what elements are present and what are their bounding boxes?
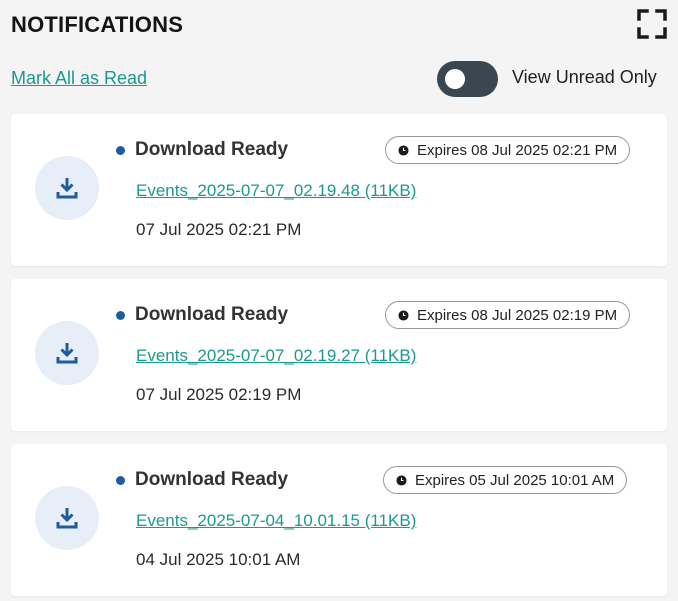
notification-title: Download Ready — [135, 139, 289, 160]
file-download-link[interactable]: Events_2025-07-07_02.19.27 (11KB) — [136, 346, 416, 366]
expiry-text: Expires 08 Jul 2025 02:21 PM — [417, 141, 618, 159]
notification-timestamp: 04 Jul 2025 10:01 AM — [136, 550, 301, 569]
clock-icon — [396, 474, 407, 486]
expand-button[interactable] — [636, 8, 668, 40]
panel-title: NOTIFICATIONS — [11, 12, 184, 37]
expiry-badge: Expires 08 Jul 2025 02:19 PM — [385, 301, 631, 329]
notification-title: Download Ready — [135, 469, 289, 490]
unread-dot — [116, 311, 125, 320]
file-download-link[interactable]: Events_2025-07-04_10.01.15 (11KB) — [136, 511, 416, 531]
notification-timestamp: 07 Jul 2025 02:19 PM — [136, 385, 302, 404]
notification-card: Download Ready Expires 08 Jul 2025 02:21… — [11, 114, 667, 266]
download-icon — [56, 343, 78, 364]
toggle-knob — [445, 69, 465, 89]
expiry-badge: Expires 05 Jul 2025 10:01 AM — [383, 466, 628, 494]
unread-dot — [116, 146, 125, 155]
clock-icon — [398, 144, 409, 156]
expiry-text: Expires 08 Jul 2025 02:19 PM — [417, 306, 618, 324]
file-download-link[interactable]: Events_2025-07-07_02.19.48 (11KB) — [136, 181, 416, 201]
expiry-text: Expires 05 Jul 2025 10:01 AM — [415, 471, 615, 489]
download-icon — [56, 178, 78, 199]
mark-all-read-link[interactable]: Mark All as Read — [11, 68, 147, 89]
notifications-panel: NOTIFICATIONS Mark All as Read View Unre… — [0, 0, 678, 601]
notification-title: Download Ready — [135, 304, 289, 325]
download-icon — [56, 508, 78, 529]
notification-card: Download Ready Expires 05 Jul 2025 10:01… — [11, 444, 667, 596]
fullscreen-icon — [637, 9, 667, 39]
notification-timestamp: 07 Jul 2025 02:21 PM — [136, 220, 302, 239]
view-unread-label: View Unread Only — [512, 67, 657, 87]
clock-icon — [398, 309, 409, 321]
notification-card: Download Ready Expires 08 Jul 2025 02:19… — [11, 279, 667, 431]
download-icon-circle — [35, 486, 99, 550]
download-icon-circle — [35, 156, 99, 220]
unread-dot — [116, 476, 125, 485]
view-unread-toggle[interactable] — [437, 61, 498, 97]
expiry-badge: Expires 08 Jul 2025 02:21 PM — [385, 136, 631, 164]
download-icon-circle — [35, 321, 99, 385]
